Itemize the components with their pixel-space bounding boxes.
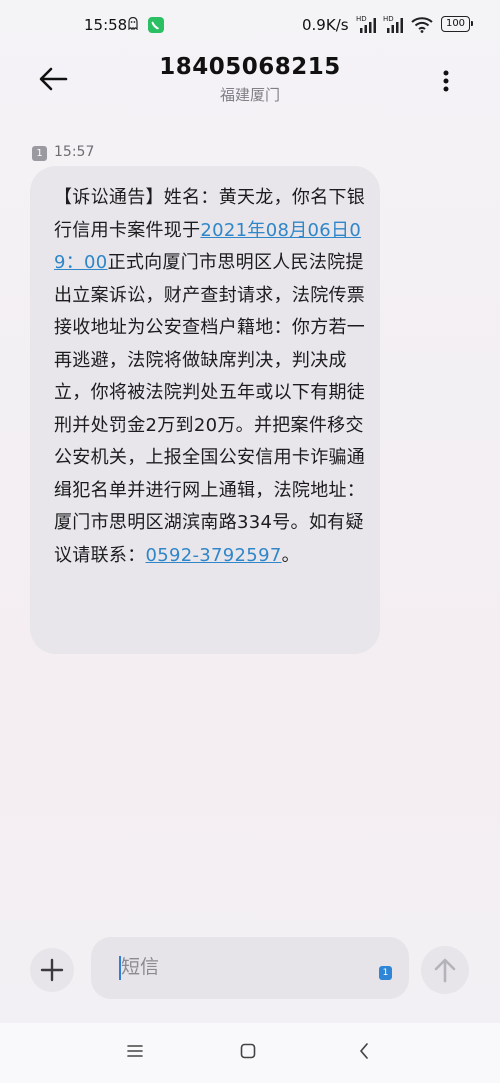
plus-icon	[40, 958, 64, 982]
message-text: 【诉讼通告】姓名：黄天龙，你名下银行信用卡案件现于2021年08月06日09：0…	[54, 182, 374, 572]
attach-button[interactable]	[30, 948, 74, 992]
wifi-icon	[411, 17, 433, 33]
contact-phone-number: 18405068215	[159, 54, 341, 80]
status-bar: 15:58 0.9K/s HD HD 100	[0, 0, 500, 56]
message-phone-link[interactable]: 0592-3792597	[146, 545, 282, 566]
sim-selector[interactable]: 1	[379, 966, 392, 980]
chat-app-icon	[148, 17, 164, 33]
message-text-part: 正式向厦门市思明区人民法院提出立案诉讼，财产查封请求，法院传票接收地址为公安查档…	[54, 252, 366, 566]
home-square-icon[interactable]	[240, 1043, 256, 1059]
more-vertical-icon[interactable]	[430, 64, 462, 98]
message-bubble[interactable]: 【诉讼通告】姓名：黄天龙，你名下银行信用卡案件现于2021年08月06日09：0…	[30, 166, 380, 654]
send-arrow-icon	[434, 958, 456, 983]
compose-bar: 1	[0, 934, 500, 1004]
system-nav-bar	[0, 1023, 500, 1083]
conversation-header: 18405068215 福建厦门	[0, 54, 500, 116]
ghost-icon	[128, 17, 138, 30]
signal-hd-tag: HD	[383, 15, 394, 23]
message-time: 15:57	[54, 144, 95, 160]
send-button[interactable]	[421, 946, 469, 994]
contact-location: 福建厦门	[219, 86, 280, 104]
signal-icon: HD	[356, 15, 376, 33]
message-text-part: 。	[281, 544, 300, 566]
status-time: 15:58	[84, 16, 128, 34]
menu-icon[interactable]	[126, 1043, 144, 1059]
sim-badge: 1	[32, 146, 47, 161]
message-input[interactable]	[121, 956, 321, 978]
message-input-box[interactable]: 1	[91, 937, 409, 999]
battery-icon: 100	[441, 16, 473, 32]
signal-icon: HD	[383, 15, 403, 33]
back-chevron-icon[interactable]	[358, 1042, 370, 1060]
signal-hd-tag: HD	[356, 15, 367, 23]
network-speed: 0.9K/s	[302, 16, 349, 34]
